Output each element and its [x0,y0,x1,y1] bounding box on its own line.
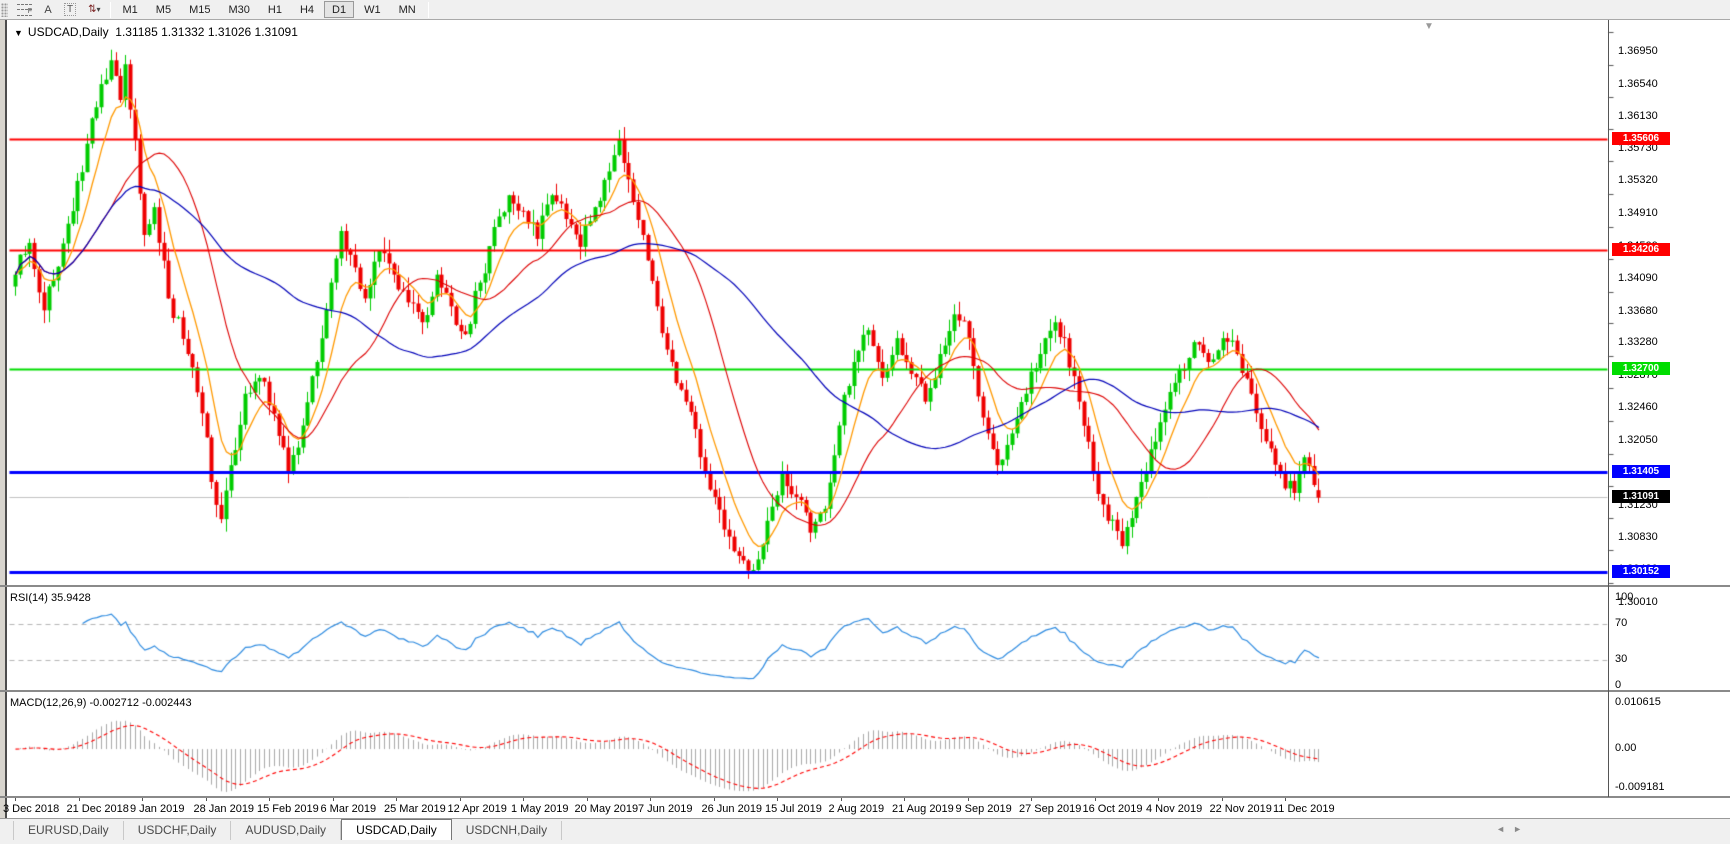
price-tick-label: 1.36130 [1618,110,1658,122]
macd-axis-label: -0.009181 [1615,781,1665,793]
date-tick-label: 11 Dec 2019 [1273,803,1335,815]
pane-divider-bottom [0,796,1730,798]
price-tick-label: 1.34090 [1618,272,1658,284]
collapse-triangle-icon[interactable]: ▼ [14,28,23,38]
timeframe-button-h1[interactable]: H1 [260,1,290,18]
price-axis-divider [1608,20,1609,797]
tab-scroll-right-icon[interactable]: ► [1513,824,1530,834]
date-tick-label: 16 Oct 2019 [1083,803,1143,815]
price-tick-label: 1.36540 [1618,78,1658,90]
tab-eurusd[interactable]: EURUSD,Daily [14,821,124,840]
fibonacci-icon[interactable]: F [11,1,38,19]
macd-label: MACD(12,26,9) -0.002712 -0.002443 [10,697,192,709]
date-tick-label: 21 Aug 2019 [892,803,954,815]
timeframe-button-h4[interactable]: H4 [292,1,322,18]
text-glyph: T [64,3,76,16]
chart-title: ▼ USDCAD,Daily 1.31185 1.31332 1.31026 1.… [14,25,298,39]
arrows-icon[interactable]: ⇅ ▾ [82,1,106,19]
chart-symbol-period: USDCAD,Daily [28,25,109,39]
date-tick-label: 9 Jan 2019 [130,803,184,815]
date-tick-label: 26 Jun 2019 [702,803,763,815]
date-tick-label: 28 Jan 2019 [194,803,255,815]
macd-axis-label: 0.00 [1615,742,1636,754]
toolbar-separator-2 [428,2,429,18]
symbol-tab-bar: EURUSD,DailyUSDCHF,DailyAUDUSD,DailyUSDC… [0,818,1730,840]
timeframe-button-mn[interactable]: MN [391,1,424,18]
price-chart-canvas[interactable] [0,20,1730,818]
pane-divider-rsi[interactable] [0,585,1730,587]
timeframe-button-m15[interactable]: M15 [181,1,218,18]
price-tick-label: 1.30830 [1618,531,1658,543]
text-label-icon[interactable]: A [38,1,58,19]
date-tick-label: 15 Feb 2019 [257,803,319,815]
tab-scroll-arrows: ◄► [1496,824,1530,834]
rsi-axis-label: 70 [1615,617,1627,629]
date-tick-label: 7 Jun 2019 [638,803,692,815]
toolbar-separator [110,2,111,18]
date-tick-label: 12 Apr 2019 [448,803,507,815]
tab-usdcnh[interactable]: USDCNH,Daily [452,821,562,840]
date-tick-label: 27 Sep 2019 [1019,803,1081,815]
status-strip [0,840,1730,844]
macd-axis-label: 0.010615 [1615,696,1661,708]
price-tick-label: 1.32460 [1618,401,1658,413]
text-icon[interactable]: T [58,1,82,19]
window-left-edge [0,20,7,818]
timeframe-button-w1[interactable]: W1 [356,1,389,18]
price-level-chip: 1.30152 [1612,565,1670,578]
tab-audusd[interactable]: AUDUSD,Daily [231,821,341,840]
price-tick-label: 1.35320 [1618,174,1658,186]
timeframe-button-m1[interactable]: M1 [115,1,146,18]
date-tick-label: 25 Mar 2019 [384,803,446,815]
price-tick-label: 1.33280 [1618,336,1658,348]
price-level-chip: 1.31091 [1612,490,1670,503]
date-tick-label: 22 Nov 2019 [1210,803,1272,815]
price-level-chip: 1.31405 [1612,465,1670,478]
price-level-chip: 1.34206 [1612,243,1670,256]
rsi-label: RSI(14) 35.9428 [10,592,91,604]
chart-window: ▼ USDCAD,Daily 1.31185 1.31332 1.31026 1.… [0,20,1730,818]
date-tick-label: 6 Mar 2019 [321,803,377,815]
chart-shift-marker-icon[interactable]: ▼ [1424,21,1434,32]
tab-usdchf[interactable]: USDCHF,Daily [124,821,232,840]
price-level-chip: 1.35606 [1612,132,1670,145]
text-label-glyph: A [44,4,51,16]
chart-ohlc-values: 1.31185 1.31332 1.31026 1.31091 [115,25,298,39]
timeframe-buttons: M1M5M15M30H1H4D1W1MN [114,1,425,18]
toolbar-drag-handle[interactable] [1,3,8,17]
timeframe-button-d1[interactable]: D1 [324,1,354,18]
rsi-axis-label: 30 [1615,653,1627,665]
fibonacci-glyph: F [17,4,32,16]
date-tick-label: 15 Jul 2019 [765,803,822,815]
date-tick-label: 20 May 2019 [575,803,639,815]
arrows-glyph: ⇅ [88,4,94,15]
rsi-axis-label: 100 [1615,591,1633,603]
price-tick-label: 1.36950 [1618,45,1658,57]
tab-scroll-left-icon[interactable]: ◄ [1496,824,1513,834]
price-tick-label: 1.32050 [1618,434,1658,446]
tabbar-spacer [0,821,14,840]
date-tick-label: 4 Nov 2019 [1146,803,1202,815]
date-tick-label: 2 Aug 2019 [829,803,885,815]
date-tick-label: 1 May 2019 [511,803,568,815]
tab-usdcad[interactable]: USDCAD,Daily [341,819,452,840]
date-tick-label: 3 Dec 2018 [3,803,59,815]
timeframe-button-m5[interactable]: M5 [148,1,179,18]
price-level-chip: 1.32700 [1612,362,1670,375]
timeframe-button-m30[interactable]: M30 [220,1,257,18]
toolbar: F A T ⇅ ▾ M1M5M15M30H1H4D1W1MN [0,0,1730,20]
price-tick-label: 1.34910 [1618,207,1658,219]
chevron-down-icon[interactable]: ▾ [97,5,101,14]
price-tick-label: 1.33680 [1618,305,1658,317]
symbol-tabs: EURUSD,DailyUSDCHF,DailyAUDUSD,DailyUSDC… [14,819,562,840]
pane-divider-macd[interactable] [0,690,1730,692]
date-tick-label: 21 Dec 2018 [67,803,129,815]
date-tick-label: 9 Sep 2019 [956,803,1012,815]
